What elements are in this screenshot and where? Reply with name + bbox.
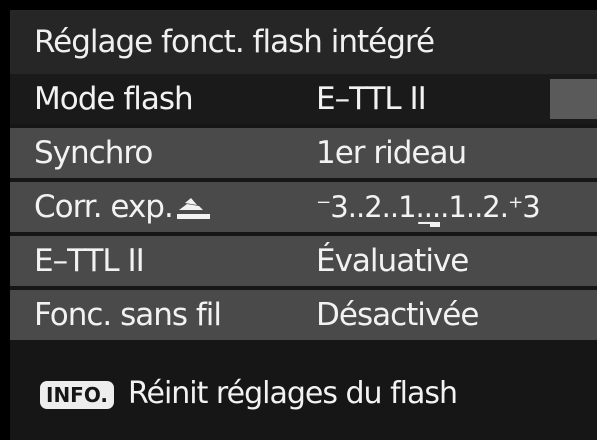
- flash-exposure-icon: [176, 197, 211, 219]
- selection-edge-indicator: [550, 79, 597, 119]
- exposure-scale-pointer: [430, 222, 440, 227]
- row-label: Synchro: [34, 135, 153, 171]
- row-label: Fonc. sans fil: [34, 297, 222, 333]
- menu-row-synchro[interactable]: Synchro 1er rideau: [10, 128, 597, 178]
- row-label: E–TTL II: [34, 243, 145, 279]
- exposure-scale: ⁻3..2..1..̲..1..2.⁺3: [316, 188, 541, 227]
- camera-menu-screen: Réglage fonct. flash intégré Mode flash …: [10, 10, 597, 440]
- menu-row-mode-flash[interactable]: Mode flash E–TTL II: [10, 74, 597, 124]
- exposure-scale-text: ⁻3..2..1..̲..1..2.⁺3: [316, 190, 541, 224]
- row-label: Mode flash: [34, 81, 194, 117]
- info-button[interactable]: INFO.: [40, 381, 115, 409]
- menu-footer: INFO. Réinit réglages du flash: [10, 343, 597, 440]
- menu-row-corr-exp[interactable]: Corr. exp. ⁻3..2..1..̲..1..2.⁺3: [10, 182, 597, 232]
- row-value: E–TTL II: [316, 81, 427, 117]
- menu-title-bar: Réglage fonct. flash intégré: [10, 10, 597, 74]
- reset-flash-settings-hint: Réinit réglages du flash: [128, 376, 458, 411]
- row-value: Désactivée: [316, 297, 479, 333]
- menu-title: Réglage fonct. flash intégré: [34, 24, 435, 60]
- menu-row-ettl[interactable]: E–TTL II Évaluative: [10, 236, 597, 286]
- row-value: 1er rideau: [316, 135, 467, 171]
- row-label-text: Corr. exp.: [34, 189, 174, 225]
- menu-row-wireless[interactable]: Fonc. sans fil Désactivée: [10, 290, 597, 340]
- row-value: Évaluative: [316, 243, 469, 279]
- row-label: Corr. exp.: [34, 188, 211, 226]
